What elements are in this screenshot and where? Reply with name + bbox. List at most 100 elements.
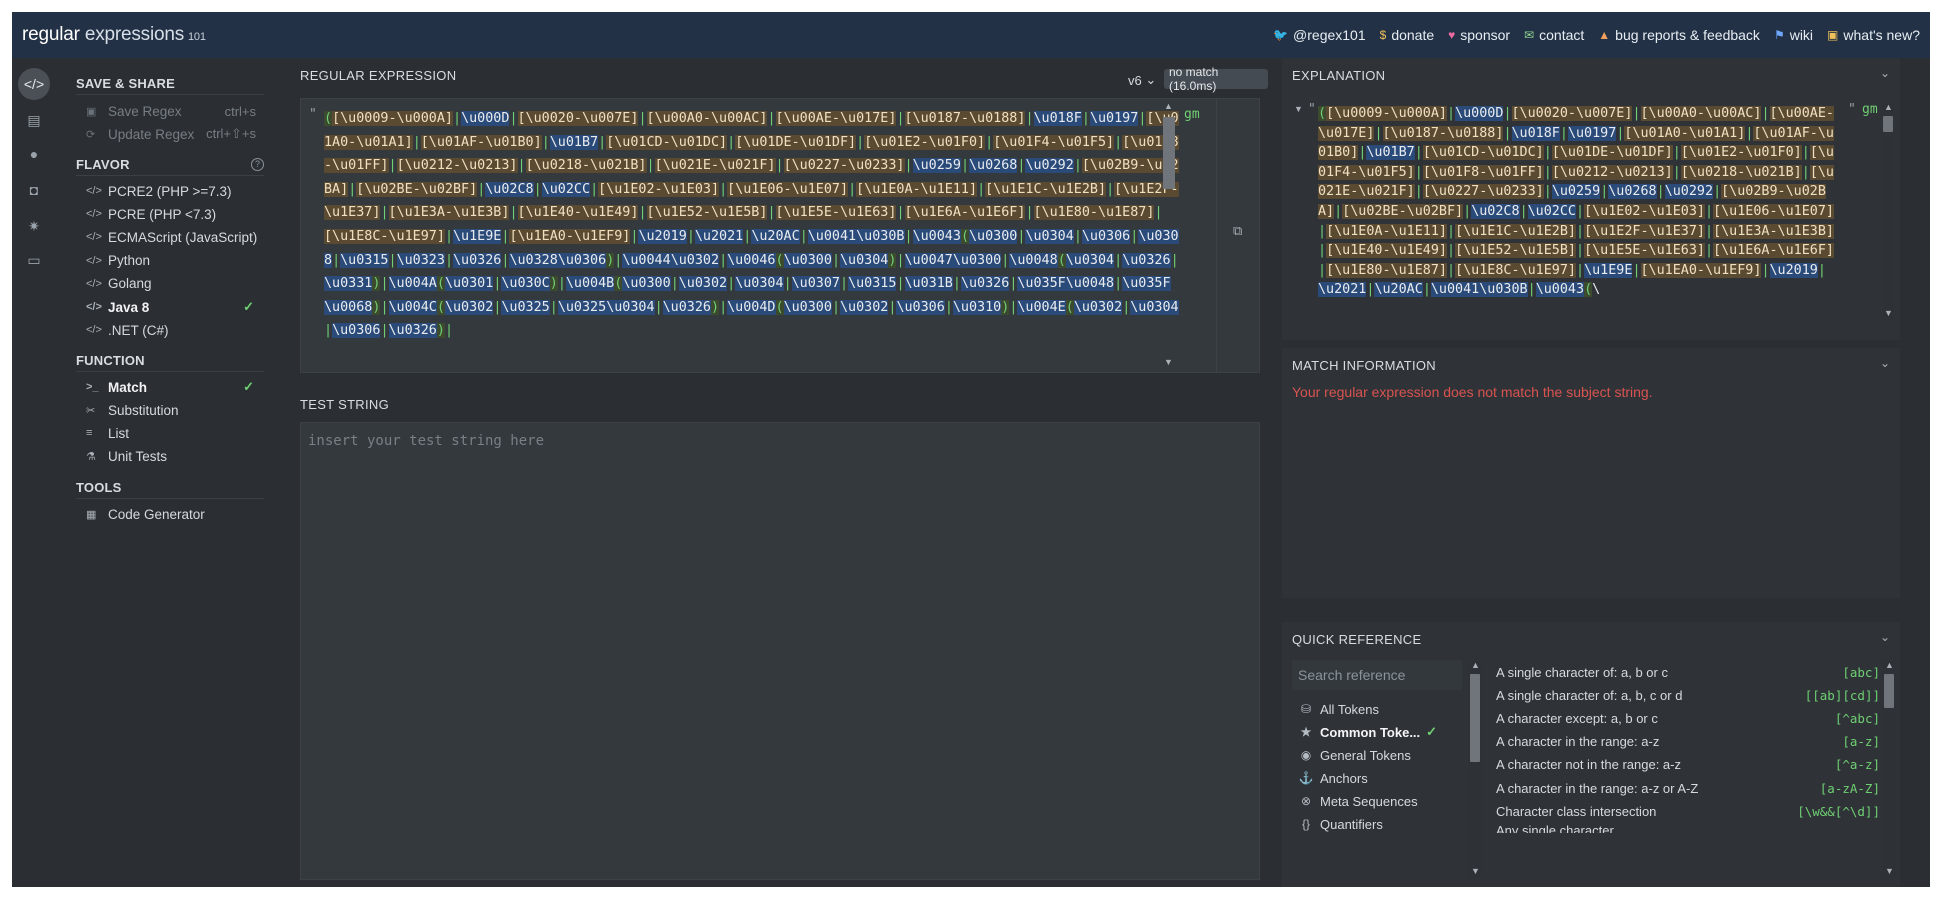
collapse-triangle-icon[interactable]: ▼ — [1294, 104, 1303, 114]
scroll-thumb[interactable] — [1163, 117, 1175, 189]
chat-icon[interactable]: ▭ — [18, 244, 50, 276]
scroll-up-icon[interactable]: ▲ — [1885, 660, 1894, 670]
header-link-donate[interactable]: $ donate — [1380, 27, 1435, 43]
explanation-scrollbar[interactable]: ▲ ▼ — [1882, 102, 1894, 320]
alternation-token: | — [388, 158, 397, 174]
save-regex-button[interactable]: ▣ Save Regex ctrl+s — [76, 100, 264, 122]
char-class-token: [\u1E1C-\u1E2B] — [1455, 223, 1576, 239]
literal-token: \u0044 — [622, 252, 671, 268]
reference-entry[interactable]: A character except: a, b or c [^abc] — [1496, 707, 1880, 729]
regex-flags[interactable]: gm — [1184, 107, 1200, 122]
function-item-list[interactable]: ≡ List — [76, 422, 264, 444]
code-icon[interactable]: </> — [18, 68, 50, 100]
help-icon[interactable]: ? — [251, 158, 264, 171]
function-item-match[interactable]: >_ Match ✓ — [76, 376, 264, 398]
function-item-unit-tests[interactable]: ⚗ Unit Tests — [76, 445, 264, 467]
reference-entry[interactable]: Character class intersection [\w&&[^\d]] — [1496, 800, 1880, 822]
update-regex-button[interactable]: ⟳ Update Regex ctrl+⇧+s — [76, 123, 264, 145]
alternation-token: | — [1576, 262, 1585, 278]
user-icon[interactable]: ● — [18, 138, 50, 170]
no-match-message: Your regular expression does not match t… — [1292, 384, 1653, 400]
alternation-token: | — [1559, 125, 1568, 141]
reference-category[interactable]: ★ Common Toke... ✓ — [1292, 721, 1468, 743]
literal-token: \u018F — [1511, 125, 1560, 141]
reference-category[interactable]: ⊗ Meta Sequences — [1292, 790, 1468, 812]
scroll-thumb[interactable] — [1883, 116, 1893, 132]
entries-scrollbar[interactable]: ▲ ▼ — [1882, 660, 1896, 878]
flavor-item[interactable]: </> Java 8 ✓ — [76, 296, 264, 318]
version-select[interactable]: v6 ⌄ — [1122, 70, 1162, 90]
flavor-item[interactable]: </> ECMAScript (JavaScript) — [76, 226, 264, 248]
scroll-up-icon[interactable]: ▲ — [1164, 101, 1173, 111]
header-link-wiki[interactable]: ⚑ wiki — [1774, 27, 1813, 43]
alternation-token: | — [380, 323, 389, 339]
header-link-contact[interactable]: ✉ contact — [1524, 27, 1584, 43]
header-link-bug-reports-feedback[interactable]: ▲ bug reports & feedback — [1598, 27, 1760, 43]
reference-entry[interactable]: Any single character. — [1496, 823, 1880, 833]
settings-icon[interactable]: ✷ — [18, 210, 50, 242]
literal-token: \u02C8 — [485, 181, 534, 197]
group-token: ) — [436, 323, 445, 339]
scroll-up-icon[interactable]: ▲ — [1471, 660, 1480, 670]
alternation-token: | — [719, 252, 728, 268]
category-scrollbar[interactable]: ▲ ▼ — [1468, 660, 1482, 878]
reference-entry[interactable]: A single character of: a, b, c or d [[ab]… — [1496, 684, 1880, 706]
terminal-icon: >_ — [86, 381, 99, 393]
scroll-down-icon[interactable]: ▼ — [1164, 357, 1173, 367]
x-circle-icon: ⊗ — [1300, 794, 1312, 808]
alternation-token: | — [767, 205, 776, 221]
chevron-down-icon[interactable]: ⌄ — [1880, 630, 1890, 644]
reference-entry[interactable]: A character not in the range: a-z [^a-z] — [1496, 754, 1880, 776]
reference-category[interactable]: ⚓ Anchors — [1292, 767, 1468, 789]
flavor-label: PCRE2 (PHP >=7.3) — [108, 183, 232, 199]
star-icon: ★ — [1300, 725, 1312, 739]
reference-entry[interactable]: A single character of: a, b or c [abc] — [1496, 661, 1880, 683]
chevron-down-icon[interactable]: ⌄ — [1880, 356, 1890, 370]
regex-pattern[interactable]: ([\u0009-\u000A]|\u000D|[\u0020-\u007E]|… — [324, 107, 1179, 369]
scroll-thumb[interactable] — [1470, 674, 1480, 762]
code-icon: </> — [86, 231, 102, 244]
brand-logo[interactable]: regular expressions 101 — [22, 24, 206, 46]
version-label: v6 — [1128, 72, 1142, 88]
literal-token: \u0268 — [1608, 184, 1657, 200]
copy-icon[interactable]: ⧉ — [1233, 223, 1242, 239]
header-link--regex101[interactable]: 🐦 @regex101 — [1273, 27, 1366, 43]
flavor-item[interactable]: </> .NET (C#) — [76, 319, 264, 341]
reference-category[interactable]: ◉ General Tokens — [1292, 744, 1468, 766]
literal-token: \u0041 — [807, 228, 857, 244]
test-string-input[interactable]: insert your test string here — [300, 422, 1260, 880]
scroll-thumb[interactable] — [1884, 674, 1894, 708]
flavor-item[interactable]: </> Python — [76, 250, 264, 272]
literal-token: \u0302 — [840, 299, 889, 315]
code-icon: </> — [86, 324, 102, 337]
alternation-token: | — [509, 111, 518, 126]
alternation-token: | — [1705, 203, 1714, 219]
char-class-token: [\u1E2F-\u1E37] — [1584, 223, 1705, 239]
library-icon[interactable]: ▤ — [18, 104, 50, 136]
scroll-up-icon[interactable]: ▲ — [1884, 102, 1893, 112]
chevron-down-icon[interactable]: ⌄ — [1880, 66, 1890, 80]
header-link-what-s-new-[interactable]: ▣ what's new? — [1827, 27, 1920, 43]
scroll-down-icon[interactable]: ▼ — [1471, 866, 1480, 876]
alternation-token: | — [904, 158, 913, 174]
reference-category[interactable]: ⛁ All Tokens — [1292, 698, 1468, 720]
char-class-token: [\u01F8-\u01FF] — [1422, 164, 1544, 180]
reference-search-input[interactable]: Search reference — [1292, 660, 1462, 690]
reference-entry[interactable]: A character in the range: a-z [a-z] — [1496, 731, 1880, 753]
function-item-substitution[interactable]: ✂ Substitution — [76, 399, 264, 421]
flavor-item[interactable]: </> Golang — [76, 273, 264, 295]
header-link-sponsor[interactable]: ♥ sponsor — [1448, 27, 1510, 43]
flavor-item[interactable]: </> PCRE2 (PHP >=7.3) — [76, 180, 264, 202]
regex-scrollbar[interactable]: ▲ ▼ — [1161, 99, 1177, 372]
reference-entry[interactable]: A character in the range: a-z or A-Z [a-z… — [1496, 777, 1880, 799]
code-generator-button[interactable]: ▦ Code Generator — [76, 503, 264, 525]
reference-category[interactable]: {} Quantifiers — [1292, 813, 1468, 835]
scroll-down-icon[interactable]: ▼ — [1884, 308, 1893, 318]
flavor-item[interactable]: </> PCRE (PHP <7.3) — [76, 203, 264, 225]
gamepad-icon[interactable]: ◘ — [18, 174, 50, 206]
literal-token: \u035F — [1017, 276, 1066, 292]
literal-token: \u0306 — [1081, 228, 1131, 244]
scroll-down-icon[interactable]: ▼ — [1885, 866, 1894, 876]
alternation-token: | — [1801, 164, 1810, 180]
regex-input[interactable]: " ([\u0009-\u000A]|\u000D|[\u0020-\u007E… — [300, 98, 1260, 373]
